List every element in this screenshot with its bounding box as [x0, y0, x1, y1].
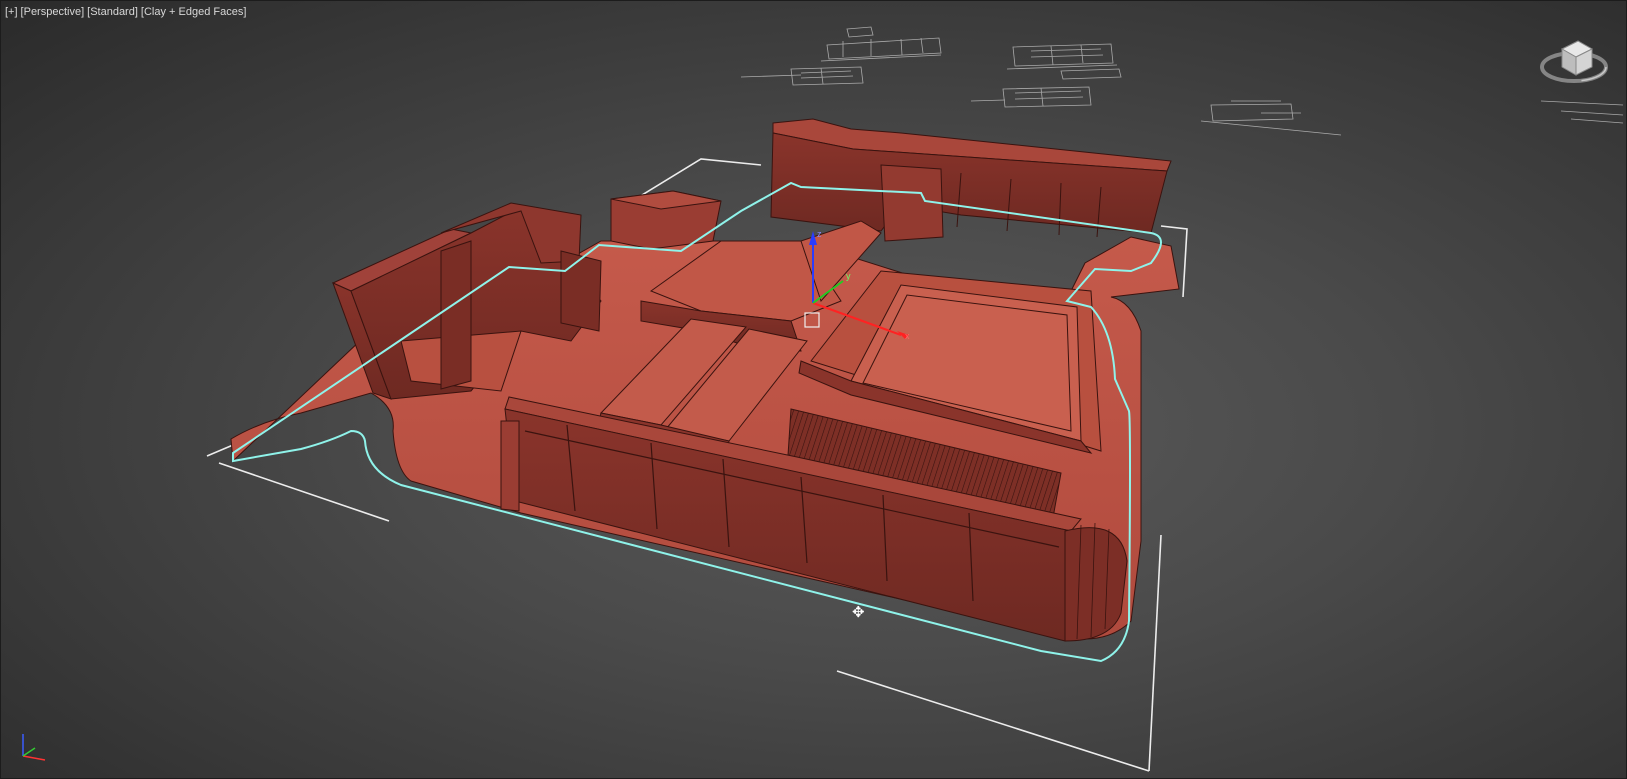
viewcube[interactable] [1530, 27, 1610, 97]
world-axis-tripod [15, 724, 55, 764]
reference-drawing-5 [1200, 100, 1342, 136]
reference-drawing-3 [740, 66, 864, 86]
front-left-block [500, 420, 520, 512]
reference-drawing-2 [1006, 43, 1122, 80]
reference-drawing-6 [1540, 100, 1624, 124]
viewport-shading-menu[interactable]: [Standard] [87, 6, 138, 18]
scene-canvas[interactable]: x y z [1, 1, 1627, 779]
left-inner-walls [440, 240, 472, 390]
gizmo-z-label: z [817, 229, 822, 239]
reference-drawing-1 [820, 26, 942, 62]
viewcube-icon[interactable] [1530, 27, 1610, 97]
viewport-display-style-menu[interactable]: [Clay + Edged Faces] [141, 6, 246, 18]
perspective-viewport[interactable]: [+] [Perspective] [Standard] [Clay + Edg… [0, 0, 1627, 779]
gizmo-x-label: x [905, 331, 910, 341]
move-cursor-icon: ✥ [852, 603, 865, 621]
reference-drawings [740, 26, 1624, 136]
world-axis-icon [22, 734, 46, 761]
viewport-view-menu[interactable]: [Perspective] [21, 6, 85, 18]
left-inner-walls-2 [560, 250, 602, 332]
gizmo-y-label: y [846, 271, 851, 281]
viewport-plus-menu[interactable]: [+] [5, 6, 18, 18]
viewport-label-menu[interactable]: [+] [Perspective] [Standard] [Clay + Edg… [5, 6, 246, 18]
building-model[interactable] [230, 118, 1180, 642]
reference-drawing-4 [970, 86, 1092, 108]
